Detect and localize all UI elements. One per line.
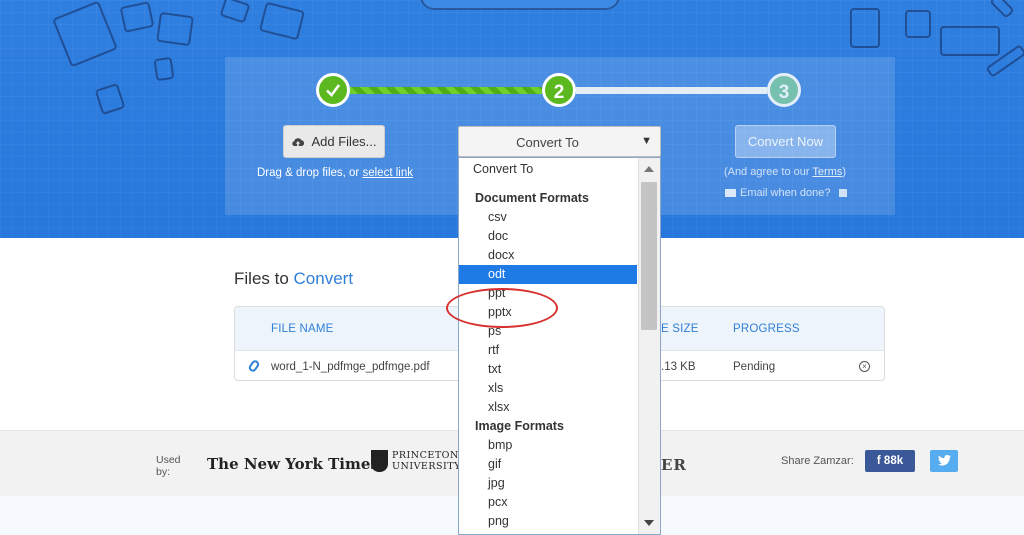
- drag-drop-hint: Drag & drop files, or select link: [257, 167, 417, 179]
- dropdown-arrow-icon: ▼: [641, 135, 652, 147]
- terms-link[interactable]: Terms: [812, 166, 842, 178]
- dropdown-option-bmp[interactable]: bmp: [459, 436, 637, 455]
- dropdown-option-txt[interactable]: txt: [459, 360, 637, 379]
- princeton-line2: UNIVERSITY: [392, 461, 461, 472]
- add-files-button[interactable]: Add Files...: [283, 125, 385, 158]
- cloud-upload-icon: [291, 136, 305, 147]
- progress-bar-remaining: [576, 87, 767, 94]
- dropdown-option-odt[interactable]: odt: [459, 265, 637, 284]
- used-by-line1: Used: [156, 454, 181, 466]
- dropdown-option-ppt[interactable]: ppt: [459, 284, 637, 303]
- archive-doodle-icon: [905, 10, 931, 38]
- used-by-line2: by:: [156, 466, 171, 478]
- dropdown-option-xls[interactable]: xls: [459, 379, 637, 398]
- terms-agreement: (And agree to our Terms): [715, 166, 855, 178]
- dropdown-option-jpg[interactable]: jpg: [459, 474, 637, 493]
- dropdown-option-pptx[interactable]: pptx: [459, 303, 637, 322]
- convert-to-select[interactable]: Convert To ▼: [458, 126, 661, 157]
- princeton-line1: PRINCETON: [392, 450, 459, 461]
- files-heading-prefix: Files to: [234, 269, 289, 288]
- format-option-list: Convert To Document Formats csv doc docx odt p…: [459, 158, 637, 531]
- file-size-cell: .13 KB: [661, 361, 696, 373]
- facebook-count: 88k: [883, 455, 904, 467]
- drag-drop-text: Drag & drop files, or: [257, 167, 360, 179]
- email-checkbox[interactable]: [838, 189, 847, 197]
- laptop-doodle-icon: [940, 26, 1000, 56]
- used-by-label: Used by:: [156, 454, 181, 478]
- dropdown-option-pcx[interactable]: pcx: [459, 493, 637, 512]
- video-file-icon: [156, 11, 194, 47]
- tablet-doodle-icon: [850, 8, 880, 48]
- step-3-badge: 3: [767, 73, 801, 107]
- agree-prefix: (And agree to our: [723, 166, 810, 178]
- small-file-icon: [153, 56, 175, 82]
- file-name-cell: word_1-N_pdfmge_pdfmge.pdf: [271, 361, 430, 373]
- step-1-check-icon: [316, 73, 350, 107]
- remove-file-icon[interactable]: ×: [859, 361, 870, 372]
- dropdown-scrollbar[interactable]: [638, 158, 660, 534]
- progress-bar-done: [350, 87, 542, 94]
- col-progress: PROGRESS: [733, 323, 800, 335]
- twitter-share-button[interactable]: [930, 450, 958, 472]
- dropdown-spacer: [459, 181, 637, 189]
- partial-press-logo: ER: [661, 456, 687, 474]
- dropdown-option-ps[interactable]: ps: [459, 322, 637, 341]
- dropdown-option-xlsx[interactable]: xlsx: [459, 398, 637, 417]
- files-heading: Files to Convert: [234, 269, 353, 289]
- files-heading-accent: Convert: [293, 269, 354, 288]
- step-2-badge: 2: [542, 73, 576, 107]
- princeton-shield-icon: [371, 450, 388, 472]
- agree-suffix: ): [842, 166, 847, 178]
- princeton-text: PRINCETON UNIVERSITY: [392, 450, 461, 472]
- dropdown-option-docx[interactable]: docx: [459, 246, 637, 265]
- progress-cell: Pending: [733, 361, 776, 373]
- nyt-logo: The New York Times: [207, 455, 379, 473]
- princeton-logo: PRINCETON UNIVERSITY: [371, 450, 461, 472]
- top-decor-tab: [420, 0, 620, 10]
- dropdown-group-label: Document Formats: [475, 191, 589, 205]
- dropdown-option-gif[interactable]: gif: [459, 455, 637, 474]
- convert-to-dropdown[interactable]: Convert To Document Formats csv doc docx odt p…: [458, 157, 661, 535]
- scroll-down-icon[interactable]: [644, 520, 654, 526]
- col-file-size: E SIZE: [661, 323, 699, 335]
- dropdown-option-doc[interactable]: doc: [459, 227, 637, 246]
- convert-now-button[interactable]: Convert Now: [735, 125, 836, 158]
- dropdown-option-placeholder[interactable]: Convert To: [459, 158, 637, 181]
- paperclip-icon: [247, 358, 261, 374]
- email-label: Email when done?: [740, 187, 831, 199]
- email-when-done: Email when done?: [725, 187, 847, 199]
- facebook-icon: f: [876, 455, 881, 467]
- scroll-thumb[interactable]: [641, 182, 657, 330]
- envelope-icon: [725, 189, 736, 197]
- twitter-icon: [937, 454, 951, 466]
- dropdown-option-csv[interactable]: csv: [459, 208, 637, 227]
- dropdown-option-png[interactable]: png: [459, 512, 637, 531]
- dropdown-group-label: Image Formats: [475, 419, 564, 433]
- dropdown-option-rtf[interactable]: rtf: [459, 341, 637, 360]
- add-files-label: Add Files...: [311, 134, 377, 149]
- scroll-up-icon[interactable]: [644, 166, 654, 172]
- facebook-share-button[interactable]: f 88k: [865, 450, 915, 472]
- select-link[interactable]: select link: [362, 167, 413, 179]
- convert-to-value: Convert To: [516, 135, 579, 150]
- share-label: Share Zamzar:: [781, 455, 854, 467]
- col-file-name: FILE NAME: [271, 323, 334, 335]
